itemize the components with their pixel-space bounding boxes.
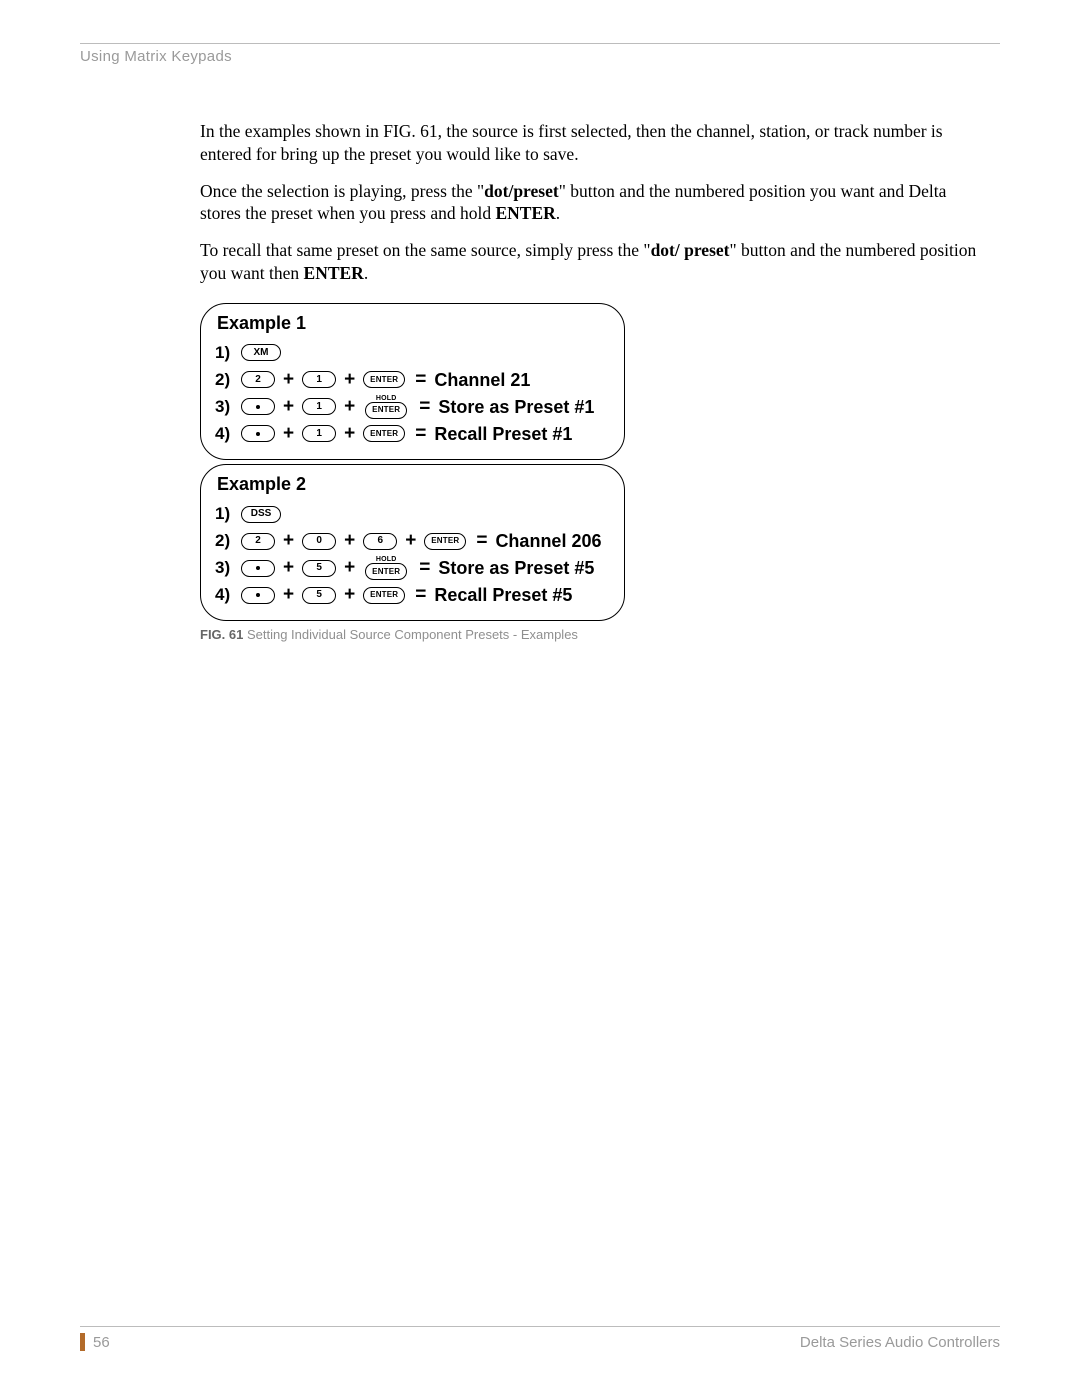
ex2-step-3: 3) + 5 + HOLD ENTER = Store as Preset #5	[215, 556, 610, 580]
hold-label: HOLD	[376, 395, 397, 402]
ex2-s3-num: 3)	[215, 556, 239, 580]
footer-row: 56 Delta Series Audio Controllers	[80, 1333, 1000, 1351]
ex1-step-1: 1) XM	[215, 341, 610, 365]
key-enter: ENTER	[365, 563, 407, 580]
plus-icon: +	[344, 583, 355, 607]
plus-icon: +	[344, 395, 355, 419]
hold-label: HOLD	[376, 556, 397, 563]
p1-text: In the examples shown in FIG. 61, the so…	[200, 121, 943, 164]
equals-icon: =	[419, 556, 430, 580]
ex2-s3-result: Store as Preset #5	[438, 556, 594, 580]
p3-d: ENTER	[304, 263, 364, 283]
p3-b: dot/ preset	[651, 240, 730, 260]
key-hold-enter: HOLD ENTER	[363, 395, 409, 419]
p3-e: .	[364, 263, 368, 283]
page-number: 56	[93, 1334, 110, 1351]
footer-rule	[80, 1326, 1000, 1327]
ex1-step-2: 2) 2 + 1 + ENTER = Channel 21	[215, 368, 610, 392]
example-2-title: Example 2	[217, 473, 610, 496]
paragraph-1: In the examples shown in FIG. 61, the so…	[200, 120, 980, 166]
plus-icon: +	[283, 422, 294, 446]
key-0: 0	[302, 533, 336, 550]
ex2-s2-result: Channel 206	[495, 529, 601, 553]
ex1-step-4: 4) + 1 + ENTER = Recall Preset #1	[215, 422, 610, 446]
key-hold-enter: HOLD ENTER	[363, 556, 409, 580]
ex2-s2-num: 2)	[215, 529, 239, 553]
key-6: 6	[363, 533, 397, 550]
figure-caption-text: Setting Individual Source Component Pres…	[243, 627, 578, 642]
key-dot	[241, 425, 275, 442]
key-enter: ENTER	[365, 402, 407, 419]
body-content: In the examples shown in FIG. 61, the so…	[200, 120, 980, 644]
key-5: 5	[302, 587, 336, 604]
p2-a: Once the selection is playing, press the…	[200, 181, 484, 201]
page: Using Matrix Keypads In the examples sho…	[0, 0, 1080, 1397]
ex1-s3-result: Store as Preset #1	[438, 395, 594, 419]
plus-icon: +	[283, 556, 294, 580]
paragraph-3: To recall that same preset on the same s…	[200, 239, 980, 285]
key-1: 1	[302, 371, 336, 388]
ex1-s2-num: 2)	[215, 368, 239, 392]
ex2-step-4: 4) + 5 + ENTER = Recall Preset #5	[215, 583, 610, 607]
plus-icon: +	[344, 422, 355, 446]
key-5: 5	[302, 560, 336, 577]
page-footer: 56 Delta Series Audio Controllers	[80, 1326, 1000, 1351]
ex2-step-1: 1) DSS	[215, 502, 610, 526]
equals-icon: =	[419, 395, 430, 419]
figure-number: FIG. 61	[200, 627, 243, 642]
ex1-s3-num: 3)	[215, 395, 239, 419]
key-dot	[241, 560, 275, 577]
ex1-step-3: 3) + 1 + HOLD ENTER = Store as Preset #1	[215, 395, 610, 419]
header-rule	[80, 43, 1000, 44]
key-dss: DSS	[241, 506, 281, 523]
equals-icon: =	[415, 422, 426, 446]
key-dot	[241, 587, 275, 604]
key-enter: ENTER	[363, 371, 405, 388]
footer-left: 56	[80, 1333, 110, 1351]
ex1-s4-num: 4)	[215, 422, 239, 446]
key-enter: ENTER	[363, 587, 405, 604]
equals-icon: =	[415, 368, 426, 392]
plus-icon: +	[283, 529, 294, 553]
key-2: 2	[241, 371, 275, 388]
figure-61: Example 1 1) XM 2) 2 + 1 + ENTER = Chann…	[200, 303, 625, 645]
plus-icon: +	[283, 583, 294, 607]
ex1-s4-result: Recall Preset #1	[434, 422, 572, 446]
p3-a: To recall that same preset on the same s…	[200, 240, 651, 260]
equals-icon: =	[476, 529, 487, 553]
example-2-box: Example 2 1) DSS 2) 2 + 0 + 6 + ENTER = …	[200, 464, 625, 621]
ex1-s2-result: Channel 21	[434, 368, 530, 392]
ex1-s1-num: 1)	[215, 341, 239, 365]
key-1: 1	[302, 398, 336, 415]
ex2-s4-num: 4)	[215, 583, 239, 607]
equals-icon: =	[415, 583, 426, 607]
example-1-title: Example 1	[217, 312, 610, 335]
section-header: Using Matrix Keypads	[80, 48, 1000, 65]
paragraph-2: Once the selection is playing, press the…	[200, 180, 980, 226]
key-enter: ENTER	[363, 425, 405, 442]
key-xm: XM	[241, 344, 281, 361]
example-1-box: Example 1 1) XM 2) 2 + 1 + ENTER = Chann…	[200, 303, 625, 460]
plus-icon: +	[405, 529, 416, 553]
figure-caption: FIG. 61 Setting Individual Source Compon…	[200, 627, 625, 644]
footer-accent-bar	[80, 1333, 85, 1351]
key-dot	[241, 398, 275, 415]
plus-icon: +	[344, 368, 355, 392]
key-enter: ENTER	[424, 533, 466, 550]
plus-icon: +	[283, 368, 294, 392]
ex2-step-2: 2) 2 + 0 + 6 + ENTER = Channel 206	[215, 529, 610, 553]
plus-icon: +	[344, 556, 355, 580]
key-1: 1	[302, 425, 336, 442]
p2-e: .	[556, 203, 560, 223]
p2-b: dot/preset	[484, 181, 559, 201]
footer-doc-title: Delta Series Audio Controllers	[800, 1334, 1000, 1351]
p2-d: ENTER	[496, 203, 556, 223]
key-2: 2	[241, 533, 275, 550]
plus-icon: +	[344, 529, 355, 553]
plus-icon: +	[283, 395, 294, 419]
ex2-s1-num: 1)	[215, 502, 239, 526]
ex2-s4-result: Recall Preset #5	[434, 583, 572, 607]
